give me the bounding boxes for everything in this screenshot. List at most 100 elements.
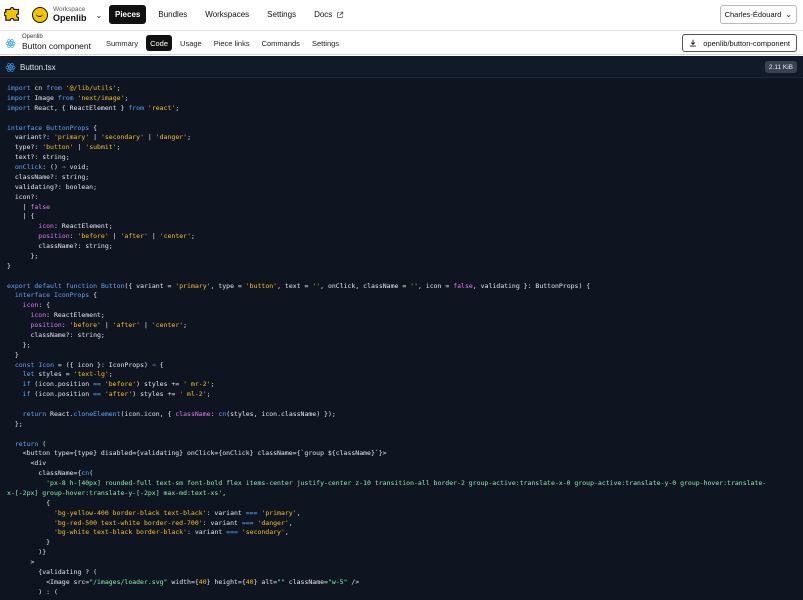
code-token: ' mr-2' [183,380,211,389]
code-token: | [7,202,31,211]
code-token: | [144,133,156,142]
code-token: > [7,558,35,566]
code-token: } alt= [253,577,278,586]
code-token: className?: string; [7,242,113,250]
code-token: | [147,232,160,241]
code-token: {validating ? ( [7,567,98,576]
code-token: Icon [38,360,54,369]
code-token: === [226,528,238,537]
code-token: ({ variant = [124,281,176,290]
install-command-button[interactable]: openlib/button-component [682,34,797,52]
code-line: 'bg-yellow-400 border-black text-black':… [7,509,797,519]
code-token: 'danger' [155,133,188,142]
code-line: import Image from 'next/image'; [7,94,797,104]
code-token: '@/lib/utils' [65,84,117,92]
chevron-down-icon: ⌄ [95,10,103,20]
code-line: } [7,351,797,361]
code-token: }; [7,340,31,349]
code-line: > [7,558,797,568]
code-line: variant?: 'primary' | 'secondary' | 'dan… [7,133,797,143]
code-token: 'after' [112,321,141,329]
tab-piece-links[interactable]: Piece links [210,35,254,51]
nav-docs[interactable]: Docs [308,5,350,24]
nav-settings[interactable]: Settings [261,5,302,24]
code-block[interactable]: import cn from '@/lib/utils'; import Imag… [7,84,797,598]
top-bar: Workspace Openlib ⌄ Pieces Bundles Works… [0,0,803,30]
code-line: <Image src="/images/loader.svg" width={4… [7,578,797,588]
code-token: '' [410,281,418,290]
code-token: x-[-2px] group-hover:translate-y-[-2px] … [7,488,223,497]
code-token: , icon = [417,281,454,290]
tab-usage[interactable]: Usage [176,35,206,51]
code-token: ( [38,439,47,448]
code-line: {validating ? ( [7,568,797,578]
nav-pieces[interactable]: Pieces [109,5,147,24]
code-token: if [7,390,31,399]
code-token: from [128,103,144,112]
tab-settings[interactable]: Settings [308,35,343,51]
code-token: ) styles += [136,380,184,389]
code-token: }; [7,419,23,428]
code-line: { [7,499,797,509]
code-token: ; [108,370,113,379]
code-token: import [7,84,31,92]
code-line: type?: 'button' | 'submit'; [7,143,797,153]
tab-summary[interactable]: Summary [102,35,142,51]
tab-commands[interactable]: Commands [258,35,304,51]
code-token: false [453,281,473,290]
code-token: type?: [7,143,43,152]
code-line: 'px-8 h-[40px] rounded-full text-sm font… [7,479,797,489]
code-line: return ( [7,440,797,450]
code-token: cn [30,84,47,92]
code-line: className?: string; [7,331,797,341]
code-token: ButtonProps [46,123,90,132]
code-token: className?: string; [7,330,105,339]
code-token: const [7,360,35,369]
code-line: export default function Button({ variant… [7,282,797,292]
code-token: icon [7,311,47,320]
code-token: className?: string; [7,172,90,181]
piece-name: Button component [22,41,91,51]
code-token: Button [100,281,125,290]
code-token: (styles, icon.className) }); [226,409,336,418]
code-token: ; [187,133,191,142]
code-line: const Icon = ({ icon }: IconProps) ⇒ { [7,361,797,371]
code-token: , [222,488,227,497]
code-token: React, { ReactElement } [30,103,129,112]
code-token: 'secondary' [241,528,285,537]
code-token: from [46,84,62,92]
tab-code[interactable]: Code [146,35,173,51]
code-token: 'danger' [257,518,289,527]
nav-docs-label: Docs [314,10,333,19]
code-token: { [155,360,164,369]
code-line: 'bg-red-500 text-white border-red-700': … [7,519,797,529]
code-token: ; [116,143,121,152]
nav-workspaces[interactable]: Workspaces [199,5,255,24]
code-token: (icon.position [30,390,94,399]
code-token: 40 [198,577,207,586]
code-token: ' ml-2' [179,390,207,399]
code-token: "/images/loader.svg" [89,577,168,586]
code-line: | { [7,212,797,222]
code-token: 'button' [245,281,278,290]
nav-bundles[interactable]: Bundles [152,5,193,24]
file-size-badge: 2.11 KiB [764,61,797,73]
code-token: : variant [187,528,227,537]
workspace-switcher[interactable]: Workspace Openlib ⌄ [32,4,102,26]
code-token: = ({ icon }: IconProps) [53,360,152,369]
code-line: onClick: () ⇒ void; [7,163,797,173]
code-token: { [7,498,51,507]
code-token: (icon.icon, { [120,409,176,418]
code-token: from [57,93,74,102]
code-line: if (icon.position == 'before') styles +=… [7,380,797,390]
user-menu-button[interactable]: Charles-Édouard ⌄ [719,5,797,24]
code-token: , [296,508,301,517]
code-line: x-[-2px] group-hover:translate-y-[-2px] … [7,489,797,499]
code-token: } [7,350,19,359]
code-token: return [7,409,47,418]
code-line: }; [7,341,797,351]
puzzle-icon[interactable] [4,4,22,22]
code-token: void; [65,163,90,171]
